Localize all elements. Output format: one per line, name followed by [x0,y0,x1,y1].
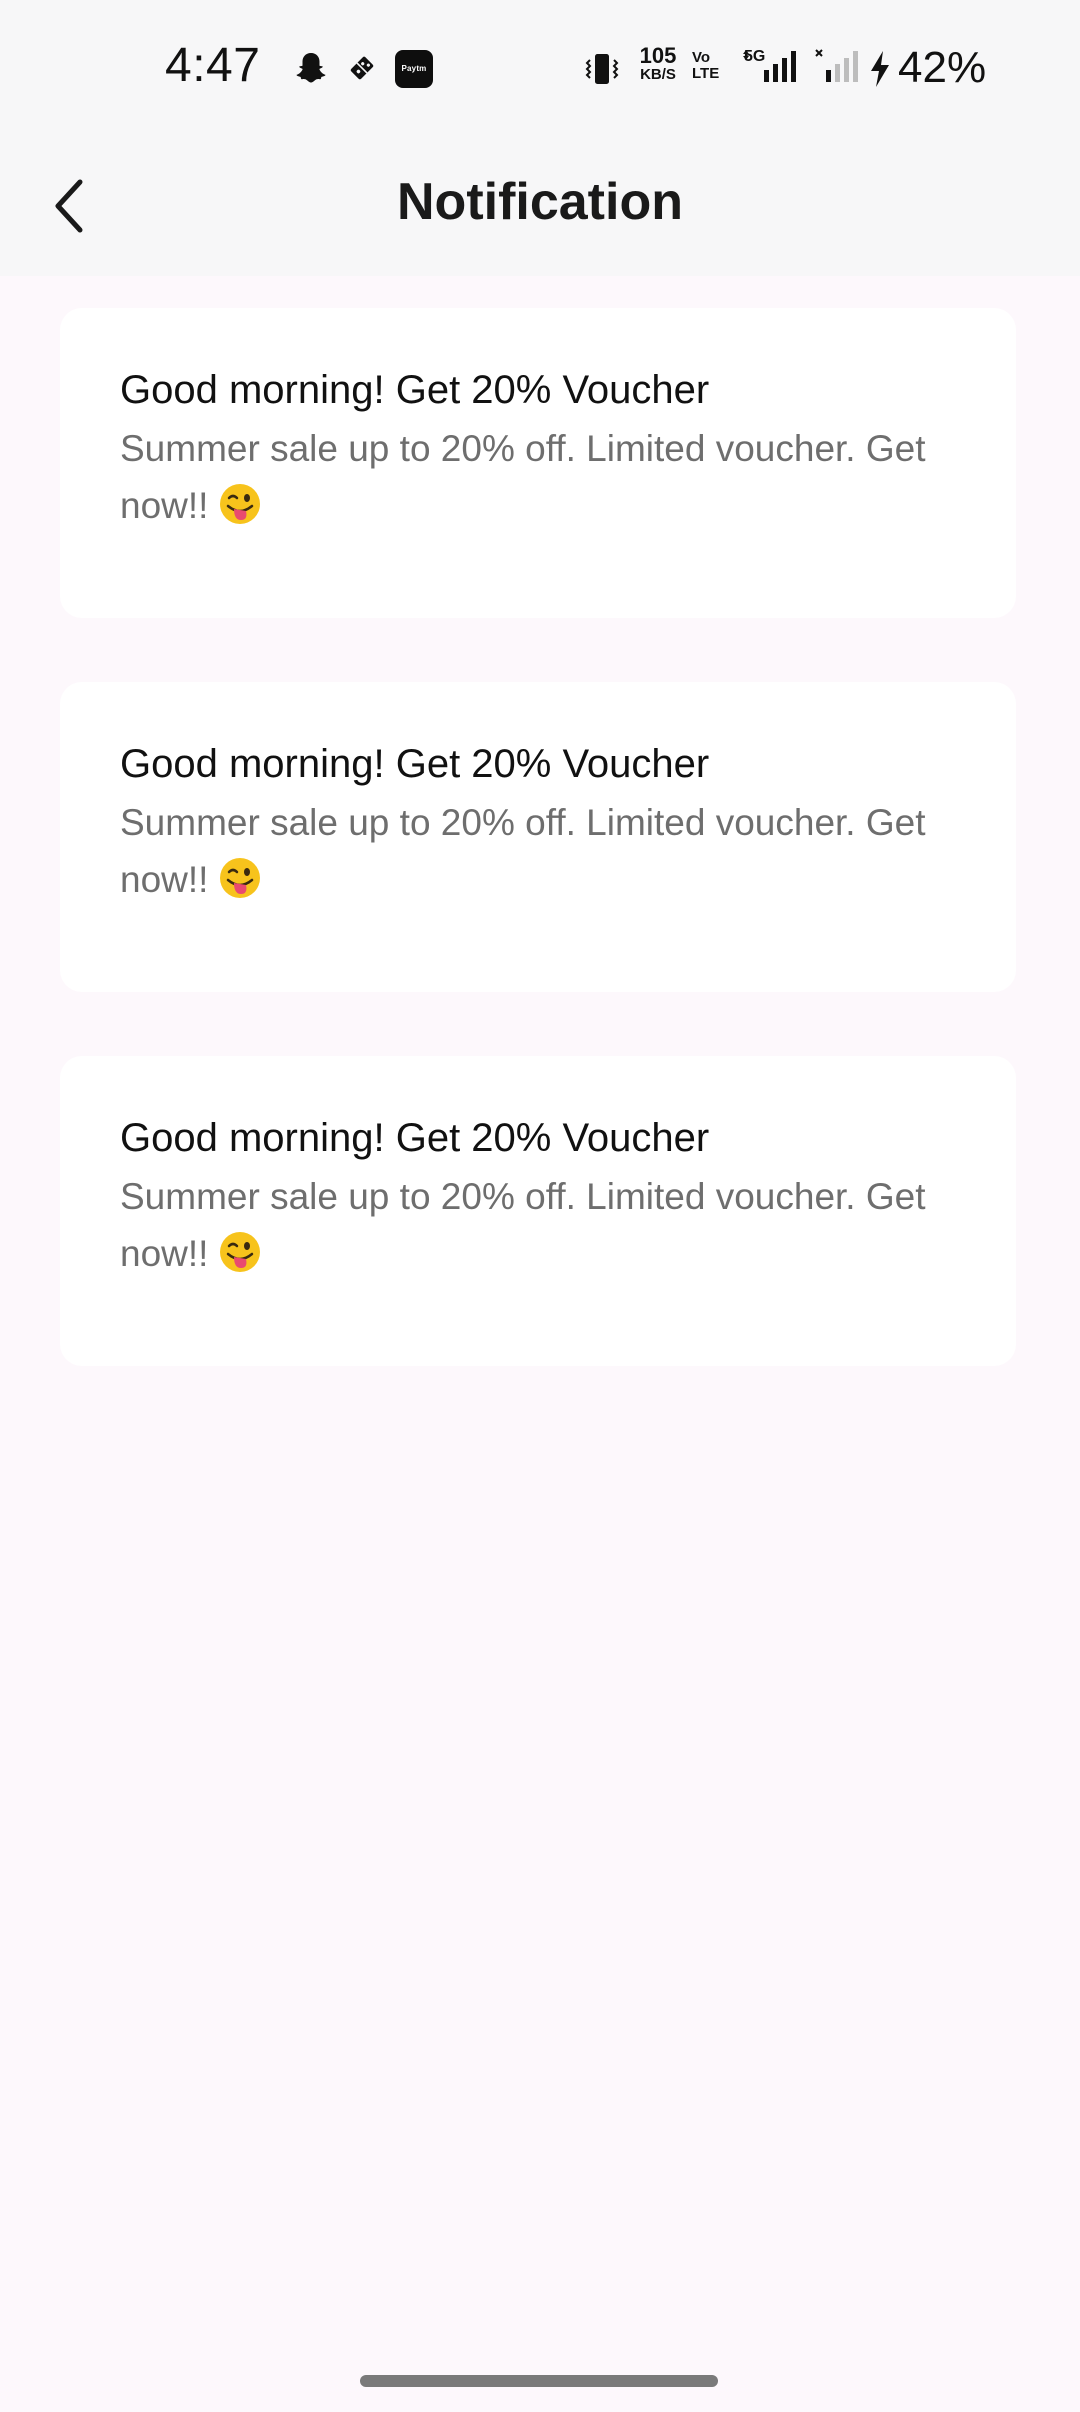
app-bar: Notification [0,140,1080,276]
network-speed-unit: KB/S [640,66,676,83]
page-title: Notification [397,173,683,231]
network-speed: 105 KB/S [635,43,681,84]
battery-percent: 42% [898,43,987,92]
paytm-icon: Paytm [395,50,433,88]
notification-card[interactable]: Good morning! Get 20% Voucher Summer sal… [60,308,1016,618]
winking-face-with-tongue-icon [218,856,262,916]
volte-indicator: Vo LTE [692,49,720,82]
dominos-icon [344,50,380,86]
notification-title: Good morning! Get 20% Voucher [120,368,710,412]
charging-icon [868,50,892,87]
notification-card[interactable]: Good morning! Get 20% Voucher Summer sal… [60,682,1016,992]
snapchat-icon [293,50,329,86]
status-bar: 4:47 Paytm 105 KB/S Vo LTE 5G 42% [0,0,1080,140]
network-speed-value: 105 [639,43,677,68]
notification-card[interactable]: Good morning! Get 20% Voucher Summer sal… [60,1056,1016,1366]
winking-face-with-tongue-icon [218,1230,262,1290]
notification-title: Good morning! Get 20% Voucher [120,742,710,786]
status-time: 4:47 [165,39,261,92]
network-type: 5G [744,48,766,65]
notification-title: Good morning! Get 20% Voucher [120,1116,710,1160]
gesture-navigation-bar[interactable] [360,2375,718,2387]
notification-list: Good morning! Get 20% Voucher Summer sal… [60,308,1016,1430]
notification-body: Summer sale up to 20% off. Limited vouch… [120,794,940,916]
notification-body: Summer sale up to 20% off. Limited vouch… [120,420,940,542]
notification-body: Summer sale up to 20% off. Limited vouch… [120,1168,940,1290]
signal-no-service-icon [814,48,864,84]
winking-face-with-tongue-icon [218,482,262,542]
vibrate-icon [582,50,622,86]
